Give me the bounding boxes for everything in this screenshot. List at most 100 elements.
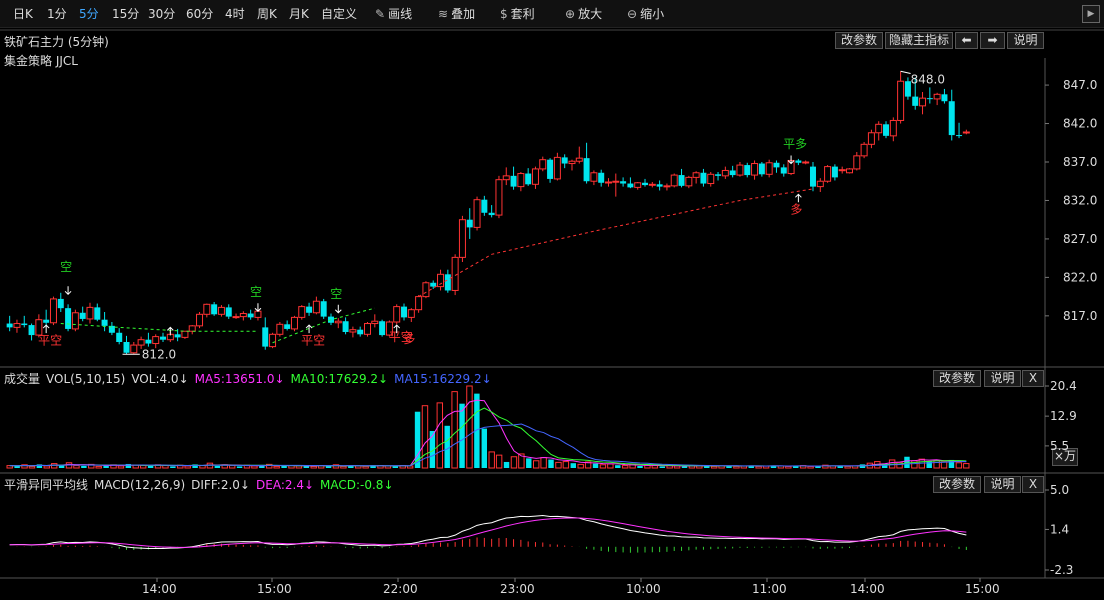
high-pointer	[900, 70, 911, 75]
volume-bar	[214, 465, 221, 468]
candle-body	[415, 296, 423, 311]
volume-bar	[592, 463, 599, 468]
vol-y-tick-label: 5.5	[1050, 439, 1069, 453]
signal-label: 多	[403, 332, 415, 346]
candle-body	[758, 163, 765, 175]
macd-y-tick-label: 5.0	[1050, 483, 1069, 497]
candle-body	[751, 163, 759, 176]
volume-bar	[940, 461, 948, 469]
candle-body	[663, 185, 671, 188]
candle-body	[481, 199, 488, 213]
volume-bar	[733, 465, 740, 469]
candle-body	[13, 323, 21, 328]
low-price-label: 812.0	[142, 347, 176, 361]
candle-body	[458, 219, 466, 258]
volume-ma-line	[9, 407, 967, 467]
candle-body	[948, 101, 955, 136]
strategy-short-line	[60, 323, 258, 332]
candle-body	[678, 175, 685, 186]
volume-bar	[43, 465, 50, 469]
x-tick-label: 14:00	[850, 582, 885, 596]
high-price-label: 848.0	[911, 72, 945, 86]
volume-bar	[570, 463, 576, 468]
candle-body	[831, 166, 838, 178]
candle-body	[401, 306, 408, 318]
candle-body	[312, 300, 320, 314]
candle-body	[656, 184, 663, 187]
volume-bar	[637, 465, 643, 468]
volume-bar	[607, 463, 614, 469]
volume-bar	[621, 465, 629, 469]
candle-body	[21, 323, 28, 326]
candle-body	[744, 165, 751, 176]
candle-body	[583, 158, 590, 182]
candle-body	[123, 342, 130, 353]
candle-body	[816, 180, 824, 188]
candle-body	[670, 174, 678, 187]
candle-body	[889, 119, 897, 137]
candle-body	[773, 162, 780, 168]
candle-body	[941, 94, 948, 102]
candle-body	[510, 175, 517, 187]
volume-bar	[532, 460, 540, 469]
chart-canvas[interactable]: 847.0 842.0 837.0 832.0 827.0 822.0 817.0 848.0…	[0, 0, 1104, 600]
candle-body	[174, 334, 181, 338]
candle-body	[495, 179, 503, 216]
volume-bar	[481, 428, 487, 468]
candle-body	[692, 172, 700, 178]
candle-body	[962, 131, 970, 134]
candle-body	[700, 172, 707, 184]
candle-body	[232, 316, 240, 319]
candle-body	[883, 124, 890, 136]
y-tick-label: 837.0	[1063, 155, 1097, 169]
volume-bar	[139, 465, 147, 469]
volume-bar	[540, 457, 547, 469]
candle-body	[298, 306, 306, 318]
candle-body	[525, 173, 532, 185]
candle-body	[101, 319, 108, 326]
candle-body	[276, 323, 284, 335]
volume-bar	[73, 465, 80, 469]
candle-body	[239, 313, 247, 318]
candle-body	[217, 306, 225, 315]
volume-bar	[95, 465, 102, 469]
candle-body	[867, 132, 875, 145]
candle-body	[707, 173, 715, 185]
candle-body	[43, 319, 50, 323]
signal-label: 多	[790, 203, 802, 217]
signal-label: 空	[330, 287, 342, 301]
volume-bar	[81, 465, 87, 468]
volume-bar	[236, 466, 243, 468]
volume-bar	[466, 385, 473, 469]
volume-bar	[295, 465, 303, 469]
y-tick-label: 817.0	[1063, 309, 1097, 323]
diff-line	[9, 515, 967, 550]
dea-line	[9, 517, 967, 548]
candle-body	[824, 166, 832, 182]
candle-body	[466, 219, 473, 228]
candle-body	[502, 175, 510, 181]
volume-bar	[577, 463, 584, 469]
macd-y-tick-label: -2.3	[1050, 563, 1073, 577]
candle-body	[349, 329, 357, 333]
signal-label: 空	[250, 285, 262, 299]
candle-body	[284, 324, 291, 329]
candle-body	[853, 155, 861, 170]
vol-y-tick-label: 20.4	[1050, 379, 1077, 393]
candle-body	[605, 181, 612, 184]
volume-bar	[355, 465, 362, 469]
signal-label: 平多	[783, 137, 807, 151]
candle-body	[393, 306, 401, 323]
candle-body	[912, 96, 919, 106]
candle-body	[642, 182, 649, 186]
volume-bar	[340, 465, 347, 469]
candle-body	[568, 160, 576, 165]
candle-body	[846, 168, 853, 174]
candle-body	[620, 181, 627, 184]
y-tick-label: 822.0	[1063, 270, 1097, 284]
volume-bar	[955, 462, 963, 469]
candle-body	[488, 212, 495, 216]
candle-body	[364, 323, 371, 335]
candle-body	[919, 97, 927, 107]
signal-arrow	[334, 304, 342, 314]
